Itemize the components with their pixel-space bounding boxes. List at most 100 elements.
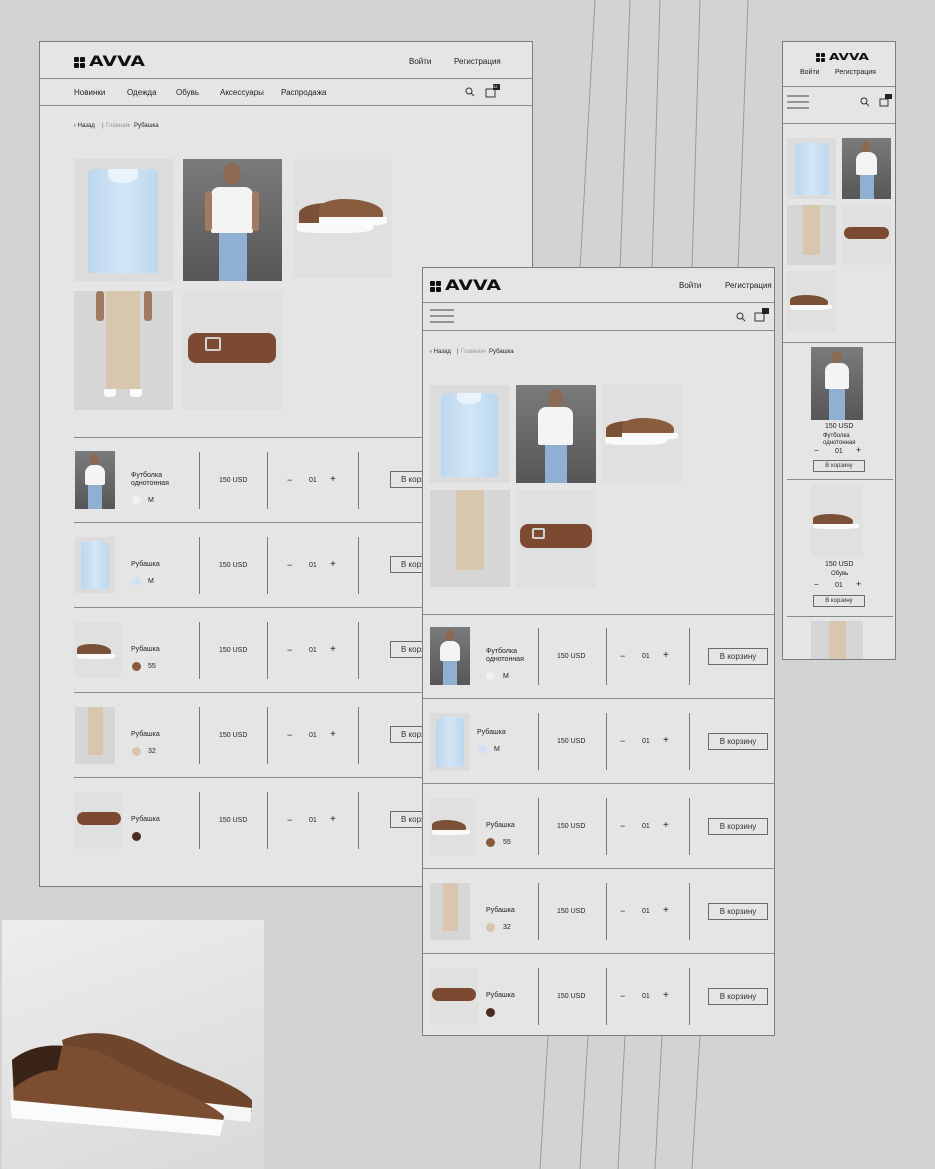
card-image[interactable]	[811, 621, 863, 659]
brand-logo[interactable]: AVVA	[430, 278, 501, 294]
register-link[interactable]: Регистрация	[835, 69, 876, 76]
color-swatch[interactable]	[486, 1008, 495, 1017]
register-link[interactable]: Регистрация	[454, 57, 501, 66]
gallery-image-shoes[interactable]	[787, 271, 836, 331]
login-link[interactable]: Войти	[800, 69, 820, 76]
gallery-image-belt[interactable]	[842, 205, 891, 265]
qty-plus-button[interactable]: +	[330, 474, 336, 485]
color-swatch[interactable]	[132, 747, 141, 756]
color-swatch[interactable]	[486, 838, 495, 847]
search-icon[interactable]	[465, 87, 475, 97]
menu-icon[interactable]	[430, 308, 454, 324]
nav-item-accessories[interactable]: Аксессуары	[220, 88, 264, 97]
gallery-image-tshirt-model[interactable]	[516, 385, 596, 483]
breadcrumb-chevron: ›	[484, 349, 486, 355]
gallery-image-tshirt-model[interactable]	[842, 138, 891, 199]
qty-plus-button[interactable]: +	[663, 735, 669, 746]
card-image[interactable]	[811, 347, 863, 420]
brand-logo[interactable]: AVVA	[816, 52, 869, 63]
add-to-cart-button[interactable]: В корзину	[708, 818, 768, 835]
gallery-image-chinos[interactable]	[430, 490, 510, 587]
login-link[interactable]: Войти	[409, 57, 431, 66]
breadcrumb-home[interactable]: Главная	[106, 123, 129, 129]
color-swatch[interactable]	[132, 832, 141, 841]
search-icon[interactable]	[860, 97, 870, 107]
breadcrumb-home[interactable]: Главная	[461, 349, 484, 355]
qty-plus-button[interactable]: +	[663, 905, 669, 916]
gallery-image-shirt[interactable]	[74, 159, 173, 281]
gallery-image-shoes[interactable]	[602, 385, 682, 483]
add-to-cart-button[interactable]: В корзину	[813, 460, 865, 472]
add-to-cart-button[interactable]: В корзину	[708, 648, 768, 665]
color-swatch[interactable]	[486, 923, 495, 932]
logo-icon	[74, 56, 85, 68]
row-thumb[interactable]	[75, 622, 121, 678]
qty-plus-button[interactable]: +	[330, 644, 336, 655]
gallery-image-shirt[interactable]	[430, 385, 510, 483]
color-swatch[interactable]	[132, 577, 141, 586]
row-thumb[interactable]	[75, 792, 123, 849]
qty-minus-button[interactable]: −	[287, 560, 292, 570]
row-thumb[interactable]	[75, 537, 115, 593]
qty-minus-button[interactable]: −	[620, 651, 625, 661]
qty-minus-button[interactable]: −	[287, 475, 292, 485]
row-thumb[interactable]	[430, 968, 478, 1025]
gallery-image-chinos[interactable]	[787, 205, 836, 265]
gallery-image-tshirt-model[interactable]	[183, 159, 282, 281]
qty-minus-button[interactable]: −	[287, 730, 292, 740]
qty-plus-button[interactable]: +	[330, 814, 336, 825]
add-to-cart-button[interactable]: В корзину	[708, 733, 768, 750]
login-link[interactable]: Войти	[679, 281, 701, 290]
color-swatch[interactable]	[478, 745, 487, 754]
qty-minus-button[interactable]: −	[814, 580, 819, 589]
nav-item-new[interactable]: Новинки	[74, 88, 105, 97]
row-thumb[interactable]	[430, 627, 470, 685]
qty-minus-button[interactable]: −	[620, 991, 625, 1001]
nav-item-shoes[interactable]: Обувь	[176, 88, 199, 97]
qty-minus-button[interactable]: −	[814, 446, 819, 455]
gallery-image-shoes[interactable]	[293, 159, 392, 278]
back-link[interactable]: ‹ Назад	[430, 349, 451, 355]
divider	[606, 713, 607, 770]
card-image[interactable]	[811, 484, 863, 557]
row-thumb[interactable]	[430, 798, 476, 855]
row-thumb[interactable]	[75, 707, 115, 764]
gallery-image-belt[interactable]	[183, 291, 282, 410]
search-icon[interactable]	[736, 312, 746, 322]
qty-minus-button[interactable]: −	[620, 906, 625, 916]
qty-plus-button[interactable]: +	[856, 445, 861, 455]
back-link[interactable]: ‹ Назад	[74, 123, 95, 129]
brand-logo[interactable]: AVVA	[74, 54, 145, 70]
qty-plus-button[interactable]: +	[330, 559, 336, 570]
gallery-image-chinos[interactable]	[74, 291, 173, 410]
row-thumb[interactable]	[430, 713, 470, 771]
color-swatch[interactable]	[486, 672, 495, 681]
color-swatch[interactable]	[132, 496, 141, 505]
qty-plus-button[interactable]: +	[856, 579, 861, 589]
add-to-cart-button[interactable]: В корзину	[708, 988, 768, 1005]
size-label: 55	[503, 839, 511, 846]
cart-icon[interactable]	[879, 94, 893, 107]
nav-item-clothing[interactable]: Одежда	[127, 88, 157, 97]
color-swatch[interactable]	[132, 662, 141, 671]
gallery-image-belt[interactable]	[516, 490, 596, 587]
qty-plus-button[interactable]: +	[663, 990, 669, 1001]
qty-minus-button[interactable]: −	[620, 821, 625, 831]
menu-icon[interactable]	[787, 94, 809, 110]
qty-minus-button[interactable]: −	[620, 736, 625, 746]
gallery-image-shirt[interactable]	[787, 138, 836, 199]
row-thumb[interactable]	[430, 883, 470, 940]
add-to-cart-button[interactable]: В корзину	[708, 903, 768, 920]
nav-item-sale[interactable]: Распродажа	[281, 88, 327, 97]
breadcrumb-chevron: ›	[128, 123, 130, 129]
price: 150 USD	[557, 908, 586, 915]
row-thumb[interactable]	[75, 451, 115, 509]
cart-icon[interactable]	[754, 308, 770, 322]
qty-plus-button[interactable]: +	[663, 820, 669, 831]
qty-minus-button[interactable]: −	[287, 645, 292, 655]
qty-plus-button[interactable]: +	[330, 729, 336, 740]
add-to-cart-button[interactable]: В корзину	[813, 595, 865, 607]
qty-plus-button[interactable]: +	[663, 650, 669, 661]
qty-minus-button[interactable]: −	[287, 815, 292, 825]
register-link[interactable]: Регистрация	[725, 281, 772, 290]
